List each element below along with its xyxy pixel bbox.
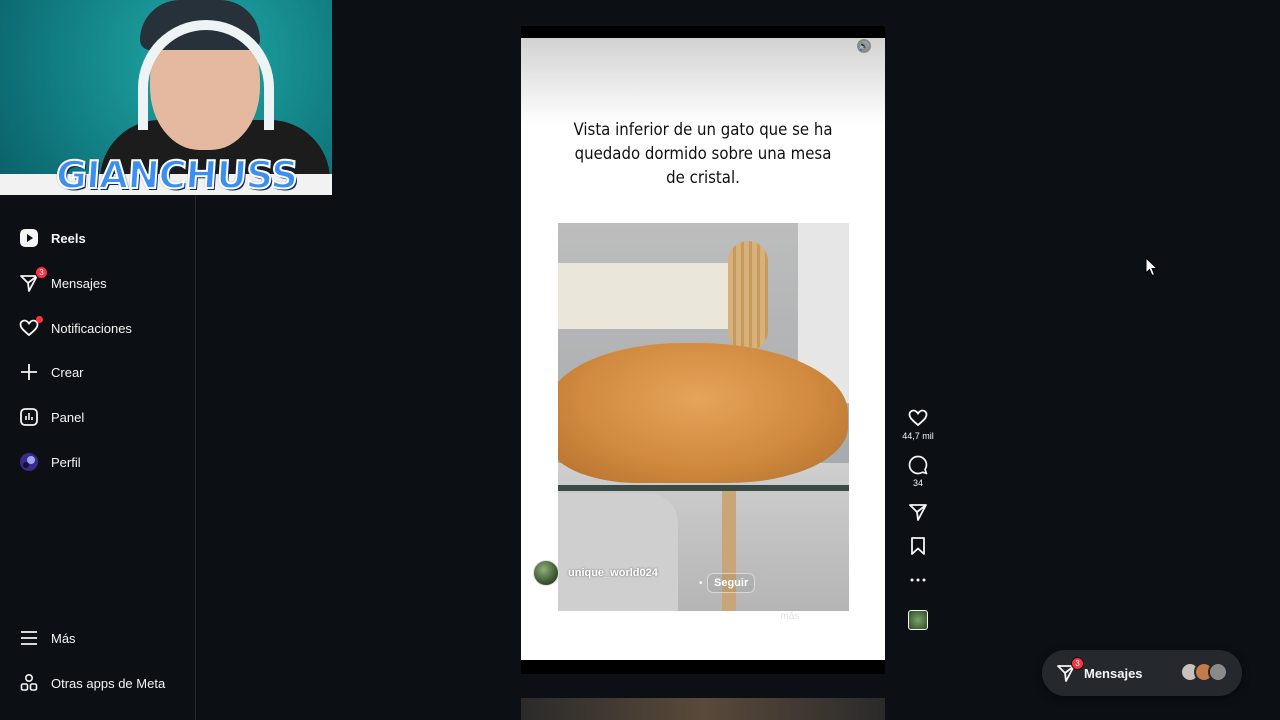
comment-count: 34 [912, 478, 923, 488]
video-paper-roll [728, 241, 768, 351]
video-glass-edge [558, 485, 849, 491]
volume-icon[interactable]: 🔊 [857, 39, 871, 53]
streamer-logo: GIANCHUSS [53, 152, 299, 195]
page: Reels 3 Mensajes Notificaciones Crear Pa… [0, 0, 1280, 720]
mouse-cursor-icon [1145, 257, 1159, 277]
follow-button[interactable]: Seguir [707, 573, 756, 593]
sidebar-item-meta-apps[interactable]: Otras apps de Meta [18, 668, 165, 698]
reel-player[interactable]: Vista inferior de un gato que se ha qued… [521, 26, 885, 674]
meta-apps-icon [18, 672, 40, 694]
video-table [558, 263, 728, 329]
sidebar-item-label: Otras apps de Meta [51, 675, 166, 691]
sidebar-item-label: Mensajes [51, 275, 107, 291]
recent-contacts [1180, 662, 1228, 682]
menu-icon [18, 627, 40, 649]
separator-dot: • [699, 578, 703, 589]
profile-avatar [18, 451, 40, 473]
sidebar-item-panel[interactable]: Panel [18, 402, 84, 432]
share-icon [909, 504, 927, 521]
sidebar-item-messages[interactable]: 3 Mensajes [18, 266, 107, 298]
webcam-overlay: GIANCHUSS [0, 0, 332, 195]
share-button[interactable] [897, 502, 939, 522]
like-button[interactable]: 44,7 mil [897, 408, 939, 441]
audio-thumbnail-button[interactable] [897, 610, 939, 630]
plus-icon [18, 361, 40, 383]
messages-pill-badge: 3 [1071, 657, 1084, 670]
notification-dot [36, 316, 43, 323]
ellipsis-icon [910, 578, 926, 582]
description-text: This viral video, posted on December 24,… [533, 611, 777, 622]
sidebar-item-more[interactable]: Más [18, 623, 76, 653]
video-cat [558, 343, 848, 483]
contact-avatar [1208, 662, 1228, 682]
reel-description: This viral video, posted on December 24,… [533, 611, 799, 622]
author-username[interactable]: unique_world024 [568, 567, 658, 579]
reel-actions: 44,7 mil 34 [897, 408, 939, 644]
more-options-button[interactable] [897, 570, 939, 590]
sidebar-item-label: Reels [51, 230, 86, 246]
music-note-icon: ♫ [541, 643, 550, 655]
cat-video [558, 223, 849, 611]
video-chair [558, 493, 678, 611]
messages-pill-label: Mensajes [1084, 665, 1143, 681]
like-count: 44,7 mil [902, 431, 934, 441]
sidebar-item-create[interactable]: Crear [18, 357, 84, 387]
sidebar-item-reels[interactable]: Reels [18, 223, 86, 253]
reels-icon [18, 227, 40, 249]
bookmark-icon [911, 537, 925, 555]
sidebar-item-label: Notificaciones [51, 320, 132, 336]
reel-author[interactable]: unique_world024 [533, 560, 658, 586]
messages-badge: 3 [35, 266, 48, 279]
sidebar-item-notifications[interactable]: Notificaciones [18, 313, 132, 343]
comment-button[interactable]: 34 [897, 455, 939, 488]
heart-icon [908, 409, 928, 427]
panel-icon [18, 406, 40, 428]
sidebar-item-label: Panel [51, 409, 85, 425]
messages-icon: 3 [18, 266, 48, 294]
audio-info[interactable]: ♫ unique_world024 · Audio original [541, 643, 733, 655]
video-table-leg [722, 491, 736, 611]
sidebar-item-label: Crear [51, 364, 84, 380]
author-avatar[interactable] [533, 560, 559, 586]
heart-icon [18, 316, 43, 339]
sidebar-item-profile[interactable]: Perfil [18, 447, 81, 477]
audio-thumbnail [908, 610, 928, 630]
sidebar-item-label: Más [51, 630, 76, 646]
save-button[interactable] [897, 536, 939, 556]
comment-icon [908, 455, 928, 475]
more-link[interactable]: más [780, 611, 799, 622]
sidebar-item-label: Perfil [51, 454, 81, 470]
reel-caption: Vista inferior de un gato que se ha qued… [573, 120, 833, 188]
messages-icon: 3 [1056, 657, 1084, 683]
messages-pill[interactable]: 3 Mensajes [1042, 650, 1242, 696]
next-reel-preview[interactable] [521, 698, 885, 720]
audio-label: unique_world024 · Audio original [595, 643, 734, 655]
